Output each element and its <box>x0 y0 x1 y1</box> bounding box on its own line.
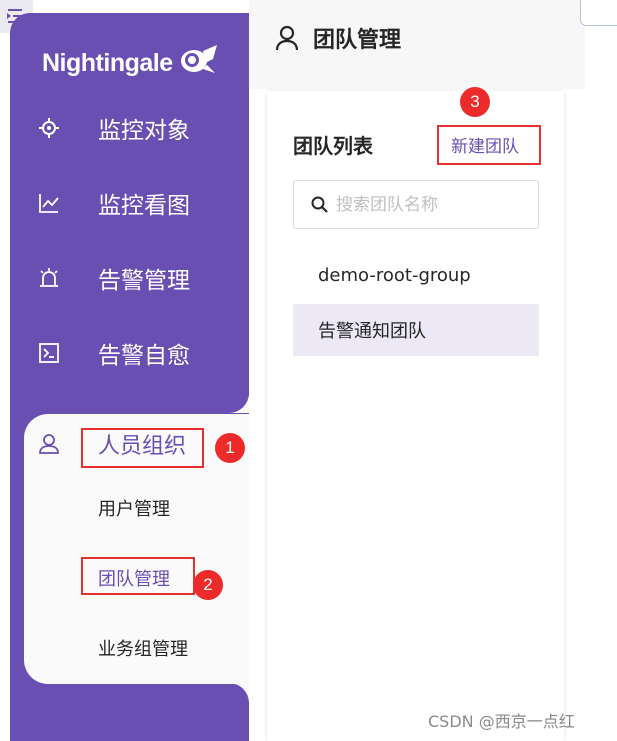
logo-text: Nightingale <box>42 48 173 77</box>
header-action-button[interactable] <box>580 0 617 26</box>
sidebar-item-label: 监控对象 <box>98 118 190 144</box>
sidebar-item-label: 告警管理 <box>98 268 190 294</box>
page-title: 团队管理 <box>275 20 401 56</box>
sidebar-item-alert-management[interactable]: 告警管理 <box>36 256 226 300</box>
team-list-title: 团队列表 <box>293 134 373 158</box>
highlight-box-team-management <box>81 557 195 595</box>
sidebar-item-monitor-objects[interactable]: 监控对象 <box>36 106 226 150</box>
sidebar-item-dashboards[interactable]: 监控看图 <box>36 181 226 225</box>
sidebar-item-label: 监控看图 <box>98 193 190 219</box>
target-icon <box>36 115 62 141</box>
team-list-item[interactable]: demo-root-group <box>293 249 539 301</box>
highlight-box-create-team <box>437 125 541 165</box>
highlight-box-personnel <box>81 428 204 468</box>
watermark-text: CSDN @西京一点红 <box>428 712 575 731</box>
search-icon <box>311 196 328 213</box>
line-chart-icon <box>36 190 62 216</box>
team-search-field[interactable] <box>293 180 539 229</box>
alarm-icon <box>36 265 62 291</box>
user-icon <box>36 431 62 457</box>
sidebar-item-label: 告警自愈 <box>98 343 190 369</box>
step-badge-2: 2 <box>193 570 223 600</box>
team-search-input[interactable] <box>336 194 526 215</box>
logo[interactable]: Nightingale <box>42 40 219 86</box>
terminal-icon <box>36 340 62 366</box>
step-badge-1: 1 <box>215 433 245 463</box>
step-badge-3: 3 <box>460 87 490 117</box>
sidebar-item-alert-self-healing[interactable]: 告警自愈 <box>36 331 226 375</box>
page-title-text: 团队管理 <box>313 28 402 53</box>
sidebar-subitem-user-management[interactable]: 用户管理 <box>98 495 170 521</box>
user-icon <box>275 25 299 51</box>
sidebar-subitem-business-group-management[interactable]: 业务组管理 <box>98 635 188 661</box>
team-list-item-selected[interactable]: 告警通知团队 <box>293 304 539 356</box>
bird-logo-icon <box>180 45 217 73</box>
